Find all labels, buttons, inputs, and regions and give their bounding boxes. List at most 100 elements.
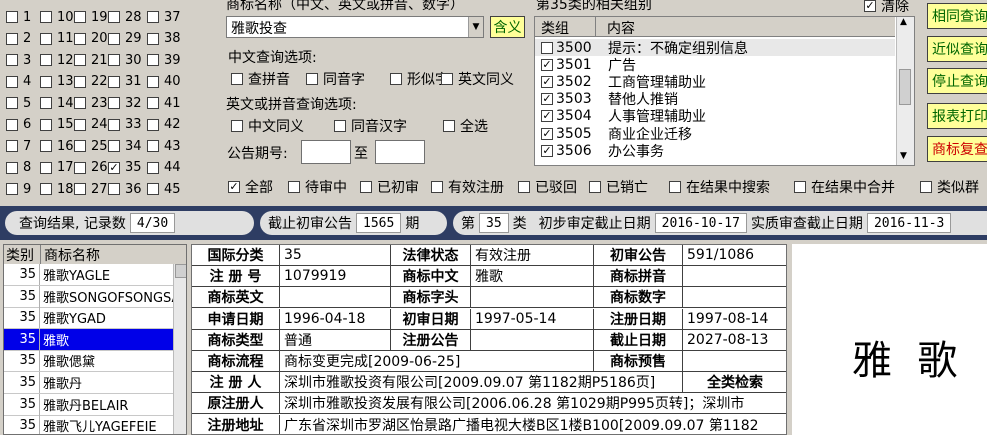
class-checkbox-24[interactable]: 24 bbox=[74, 115, 108, 135]
name-col-header[interactable]: 商标名称 bbox=[44, 245, 100, 265]
chevron-down-icon[interactable]: ▼ bbox=[468, 17, 483, 37]
clear-checkbox[interactable]: 清除 bbox=[864, 0, 909, 16]
scroll-thumb[interactable] bbox=[175, 264, 186, 278]
filter-5[interactable]: 在结果中搜索 bbox=[669, 177, 770, 197]
class-checkbox-21[interactable]: 21 bbox=[74, 50, 108, 70]
class-checkbox-18[interactable]: 18 bbox=[40, 179, 74, 199]
result-row[interactable]: 35 雅歌偲黛 bbox=[4, 350, 174, 373]
action-button-3[interactable]: 报表打印 bbox=[927, 103, 987, 129]
period-to-input[interactable] bbox=[375, 140, 425, 164]
group-row[interactable]: 3506 办公事务 bbox=[535, 142, 895, 160]
class-checkbox-17[interactable]: 17 bbox=[40, 158, 74, 178]
class-checkbox-7[interactable]: 7 bbox=[6, 136, 31, 156]
class-checkbox-38[interactable]: 38 bbox=[147, 29, 181, 49]
class-checkbox-5[interactable]: 5 bbox=[6, 93, 31, 113]
class-checkbox-9[interactable]: 9 bbox=[6, 179, 31, 199]
group-row[interactable]: 3500 提示：不确定组别信息 bbox=[535, 39, 895, 57]
class-checkbox-37[interactable]: 37 bbox=[147, 7, 181, 27]
class-checkbox-12[interactable]: 12 bbox=[40, 50, 74, 70]
scroll-thumb[interactable] bbox=[899, 69, 911, 105]
en-option-0[interactable]: 中文同义 bbox=[231, 116, 304, 136]
class-checkbox-10[interactable]: 10 bbox=[40, 7, 74, 27]
result-row[interactable]: 35 雅歌SONGOFSONGSA bbox=[4, 285, 174, 308]
class-checkbox-44[interactable]: 44 bbox=[147, 158, 181, 178]
group-row[interactable]: 3501广告 bbox=[535, 56, 895, 74]
class-checkbox-43[interactable]: 43 bbox=[147, 136, 181, 156]
class-checkbox-26[interactable]: 26 bbox=[74, 158, 108, 178]
class-checkbox-19[interactable]: 19 bbox=[74, 7, 108, 27]
class-checkbox-45[interactable]: 45 bbox=[147, 179, 181, 199]
checkbox-icon[interactable] bbox=[541, 144, 553, 157]
group-row[interactable]: 3503替他人推销 bbox=[535, 91, 895, 108]
class-checkbox-39[interactable]: 39 bbox=[147, 50, 181, 70]
meaning-button[interactable]: 含义 bbox=[490, 16, 525, 38]
cn-option-3[interactable]: 英文同义 bbox=[441, 69, 514, 89]
checkbox-icon[interactable] bbox=[541, 58, 553, 71]
checkbox-icon[interactable] bbox=[541, 75, 553, 88]
result-row[interactable]: 35 雅歌飞儿YAGEFEIE bbox=[4, 415, 174, 434]
full-class-search-button[interactable]: 全类检索 bbox=[683, 372, 786, 394]
filter-7[interactable]: 类似群 bbox=[920, 177, 979, 197]
result-row[interactable]: 35 雅歌 bbox=[4, 328, 174, 351]
checkbox-icon[interactable] bbox=[541, 127, 553, 140]
result-row[interactable]: 35 雅歌丹 bbox=[4, 372, 174, 394]
cn-option-1[interactable]: 同音字 bbox=[306, 69, 365, 89]
class-checkbox-4[interactable]: 4 bbox=[6, 72, 31, 92]
class-checkbox-28[interactable]: 28 bbox=[108, 7, 142, 27]
class-checkbox-15[interactable]: 15 bbox=[40, 115, 74, 135]
period-from-input[interactable] bbox=[301, 140, 351, 164]
group-col-header[interactable]: 类组 bbox=[541, 18, 569, 38]
class-checkbox-8[interactable]: 8 bbox=[6, 158, 31, 178]
filter-6[interactable]: 在结果中合并 bbox=[794, 177, 895, 197]
content-col-header[interactable]: 内容 bbox=[607, 18, 635, 38]
checkbox-icon[interactable] bbox=[541, 93, 553, 106]
class-checkbox-6[interactable]: 6 bbox=[6, 115, 31, 135]
class-checkbox-25[interactable]: 25 bbox=[74, 136, 108, 156]
action-button-2[interactable]: 停止查询 bbox=[927, 68, 987, 94]
class-checkbox-42[interactable]: 42 bbox=[147, 115, 181, 135]
class-checkbox-40[interactable]: 40 bbox=[147, 72, 181, 92]
class-checkbox-20[interactable]: 20 bbox=[74, 29, 108, 49]
group-row[interactable]: 3505商业企业迁移 bbox=[535, 125, 895, 143]
class-checkbox-31[interactable]: 31 bbox=[108, 72, 142, 92]
action-button-1[interactable]: 近似查询 bbox=[927, 36, 987, 62]
filter-0[interactable]: 待审中 bbox=[288, 177, 347, 197]
class-checkbox-32[interactable]: 32 bbox=[108, 93, 142, 113]
filter-all[interactable]: 全部 bbox=[228, 177, 273, 197]
class-checkbox-13[interactable]: 13 bbox=[40, 72, 74, 92]
class-checkbox-34[interactable]: 34 bbox=[108, 136, 142, 156]
class-checkbox-36[interactable]: 36 bbox=[108, 179, 142, 199]
filter-4[interactable]: 已销亡 bbox=[589, 177, 648, 197]
class-checkbox-41[interactable]: 41 bbox=[147, 93, 181, 113]
action-button-4[interactable]: 商标复查 bbox=[927, 136, 987, 162]
result-list-scrollbar[interactable] bbox=[173, 264, 186, 434]
en-option-2[interactable]: 全选 bbox=[443, 116, 488, 136]
result-row[interactable]: 35 雅歌丹BELAIR bbox=[4, 393, 174, 416]
class-checkbox-3[interactable]: 3 bbox=[6, 50, 31, 70]
filter-1[interactable]: 已初审 bbox=[360, 177, 419, 197]
class-checkbox-16[interactable]: 16 bbox=[40, 136, 74, 156]
result-row[interactable]: 35 雅歌YGAD bbox=[4, 307, 174, 330]
filter-2[interactable]: 有效注册 bbox=[431, 177, 504, 197]
class-checkbox-30[interactable]: 30 bbox=[108, 50, 142, 70]
class-checkbox-14[interactable]: 14 bbox=[40, 93, 74, 113]
scroll-up-icon[interactable]: ▲ bbox=[900, 17, 907, 27]
result-row[interactable]: 35 雅歌YAGLE bbox=[4, 264, 174, 286]
class-checkbox-1[interactable]: 1 bbox=[6, 7, 31, 27]
en-option-1[interactable]: 同音汉字 bbox=[334, 116, 407, 136]
action-button-0[interactable]: 相同查询 bbox=[927, 3, 987, 29]
group-scrollbar[interactable]: ▲ ▼ bbox=[896, 17, 914, 165]
group-row[interactable]: 3504人事管理辅助业 bbox=[535, 108, 895, 125]
class-checkbox-33[interactable]: 33 bbox=[108, 115, 142, 135]
class-col-header[interactable]: 类别 bbox=[6, 245, 34, 265]
scroll-down-icon[interactable]: ▼ bbox=[900, 151, 907, 161]
trademark-name-select[interactable]: 雅歌投查 bbox=[226, 16, 484, 38]
filter-3[interactable]: 已驳回 bbox=[518, 177, 577, 197]
class-checkbox-11[interactable]: 11 bbox=[40, 29, 74, 49]
class-checkbox-29[interactable]: 29 bbox=[108, 29, 142, 49]
checkbox-icon[interactable] bbox=[541, 41, 553, 54]
class-checkbox-35[interactable]: 35 bbox=[108, 158, 142, 178]
cn-option-0[interactable]: 查拼音 bbox=[231, 69, 290, 89]
class-checkbox-23[interactable]: 23 bbox=[74, 93, 108, 113]
group-row[interactable]: 3502工商管理辅助业 bbox=[535, 73, 895, 91]
